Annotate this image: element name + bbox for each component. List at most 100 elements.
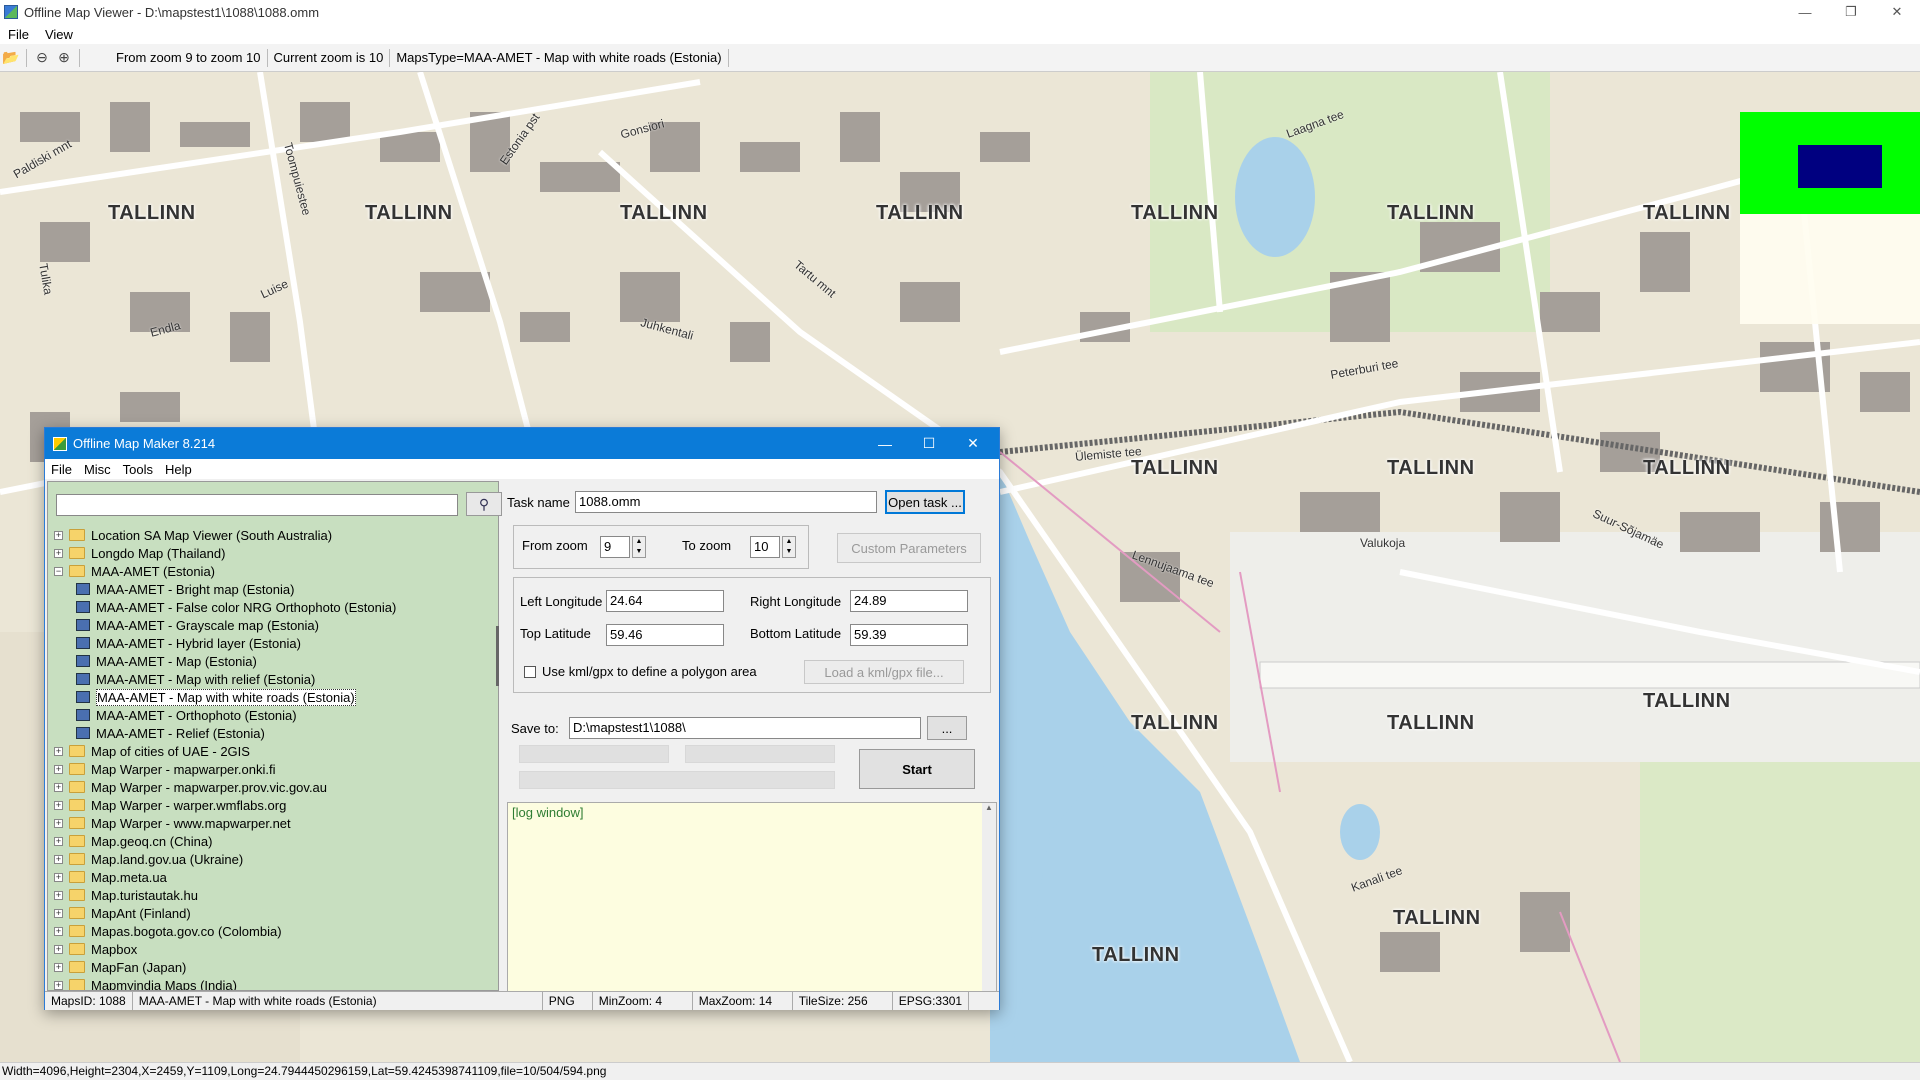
open-task-button[interactable]: Open task ... [885, 490, 965, 514]
search-input[interactable] [56, 494, 458, 516]
map-label: TALLINN [1387, 712, 1475, 734]
load-kml-button[interactable]: Load a kml/gpx file... [804, 660, 964, 684]
start-button[interactable]: Start [859, 749, 975, 789]
expand-toggle-icon[interactable]: + [54, 926, 63, 936]
map-label: TALLINN [1092, 944, 1180, 966]
tree-item[interactable]: − MAA-AMET (Estonia) [54, 562, 494, 580]
map-label: TALLINN [1643, 690, 1731, 712]
browse-button[interactable]: ... [927, 716, 967, 740]
tree-item[interactable]: MAA-AMET - False color NRG Orthophoto (E… [54, 598, 494, 616]
tree-item[interactable]: + Map Warper - warper.wmflabs.org [54, 796, 494, 814]
tree-item[interactable]: MAA-AMET - Bright map (Estonia) [54, 580, 494, 598]
tree-item[interactable]: + Map.meta.ua [54, 868, 494, 886]
overview-viewport[interactable] [1798, 145, 1882, 188]
dialog-close-button[interactable]: ✕ [951, 428, 995, 459]
status-bar: Width=4096,Height=2304,X=2459,Y=1109,Lon… [0, 1062, 1920, 1080]
tree-item[interactable]: MAA-AMET - Map with white roads (Estonia… [54, 688, 494, 706]
task-name-input[interactable]: 1088.omm [575, 491, 877, 513]
expand-toggle-icon[interactable]: + [54, 818, 63, 828]
tree-item[interactable]: + Map.turistautak.hu [54, 886, 494, 904]
map-label: TALLINN [365, 202, 453, 224]
tree-item[interactable]: + Map.geoq.cn (China) [54, 832, 494, 850]
dialog-minimize-button[interactable]: — [863, 428, 907, 459]
tree-item[interactable]: MAA-AMET - Map (Estonia) [54, 652, 494, 670]
log-window[interactable]: [log window] ▲ [507, 802, 997, 992]
expand-toggle-icon[interactable]: + [54, 854, 63, 864]
folder-icon [69, 565, 85, 577]
tree-item[interactable]: + Map Warper - www.mapwarper.net [54, 814, 494, 832]
tree-item[interactable]: + MapAnt (Finland) [54, 904, 494, 922]
expand-toggle-icon[interactable]: + [54, 782, 63, 792]
bounds-group: Left Longitude 24.64 Right Longitude 24.… [513, 577, 991, 693]
search-button[interactable]: ⚲ [466, 492, 502, 516]
tree-item-label: MAA-AMET (Estonia) [91, 563, 216, 579]
map-icon [76, 619, 90, 631]
tree-item[interactable]: + Mapbox [54, 940, 494, 958]
zoom-out-icon[interactable]: ⊖ [31, 47, 53, 69]
menu-file[interactable]: File [0, 27, 37, 42]
expand-toggle-icon[interactable]: + [54, 800, 63, 810]
minimize-button[interactable]: — [1782, 0, 1828, 24]
expand-toggle-icon[interactable]: + [54, 530, 63, 540]
to-zoom-spinner[interactable]: ▲ ▼ [782, 536, 796, 558]
tree-item[interactable]: + Map Warper - mapwarper.prov.vic.gov.au [54, 778, 494, 796]
expand-toggle-icon[interactable]: + [54, 962, 63, 972]
tree-item[interactable]: MAA-AMET - Orthophoto (Estonia) [54, 706, 494, 724]
tree-item-label: Mapbox [91, 941, 138, 957]
tree-item[interactable]: + Map.land.gov.ua (Ukraine) [54, 850, 494, 868]
from-zoom-spinner[interactable]: ▲ ▼ [632, 536, 646, 558]
dialog-menu-file[interactable]: File [45, 462, 78, 477]
custom-parameters-button[interactable]: Custom Parameters [837, 533, 981, 563]
tree-item[interactable]: + Location SA Map Viewer (South Australia… [54, 526, 494, 544]
menu-view[interactable]: View [37, 27, 81, 42]
expand-toggle-icon[interactable]: + [54, 548, 63, 558]
to-zoom-input[interactable]: 10 [750, 536, 780, 558]
expand-toggle-icon[interactable]: + [54, 746, 63, 756]
from-zoom-input[interactable]: 9 [600, 536, 630, 558]
tree-item[interactable]: MAA-AMET - Relief (Estonia) [54, 724, 494, 742]
log-scrollbar[interactable]: ▲ [982, 803, 996, 991]
use-kml-checkbox[interactable] [524, 666, 536, 678]
map-source-tree[interactable]: + Location SA Map Viewer (South Australia… [54, 526, 494, 990]
tree-item-label: MAA-AMET - Map with white roads (Estonia… [96, 688, 356, 706]
zoom-in-icon[interactable]: ⊕ [53, 47, 75, 69]
top-latitude-input[interactable]: 59.46 [606, 624, 724, 646]
open-folder-icon[interactable]: 📂 [0, 47, 22, 69]
dialog-maximize-button[interactable]: ☐ [907, 428, 951, 459]
restore-button[interactable]: ❐ [1828, 0, 1874, 24]
tree-item-label: MAA-AMET - Map (Estonia) [96, 653, 257, 669]
status-format: PNG [543, 992, 593, 1010]
tree-item[interactable]: + Mapas.bogota.gov.co (Colombia) [54, 922, 494, 940]
tree-item[interactable]: MAA-AMET - Grayscale map (Estonia) [54, 616, 494, 634]
tree-item[interactable]: + Map of cities of UAE - 2GIS [54, 742, 494, 760]
tree-item-label: MapFan (Japan) [91, 959, 187, 975]
right-longitude-input[interactable]: 24.89 [850, 590, 968, 612]
scrollbar-thumb[interactable] [496, 626, 499, 686]
expand-toggle-icon[interactable]: + [54, 980, 63, 990]
expand-toggle-icon[interactable]: − [54, 566, 63, 576]
dialog-menu-tools[interactable]: Tools [117, 462, 159, 477]
expand-toggle-icon[interactable]: + [54, 836, 63, 846]
expand-toggle-icon[interactable]: + [54, 872, 63, 882]
tree-item[interactable]: + Map Warper - mapwarper.onki.fi [54, 760, 494, 778]
tree-item[interactable]: + Longdo Map (Thailand) [54, 544, 494, 562]
folder-icon [69, 907, 85, 919]
bottom-latitude-input[interactable]: 59.39 [850, 624, 968, 646]
left-longitude-input[interactable]: 24.64 [606, 590, 724, 612]
dialog-menu-help[interactable]: Help [159, 462, 198, 477]
dialog-menu-misc[interactable]: Misc [78, 462, 117, 477]
tree-item[interactable]: + Mapmyindia Maps (India) [54, 976, 494, 990]
expand-toggle-icon[interactable]: + [54, 908, 63, 918]
tree-item[interactable]: MAA-AMET - Hybrid layer (Estonia) [54, 634, 494, 652]
tree-item-label: Map Warper - warper.wmflabs.org [91, 797, 287, 813]
expand-toggle-icon[interactable]: + [54, 944, 63, 954]
expand-toggle-icon[interactable]: + [54, 890, 63, 900]
close-button[interactable]: ✕ [1874, 0, 1920, 24]
expand-toggle-icon[interactable]: + [54, 764, 63, 774]
toolbar-separator [26, 48, 27, 67]
tree-item[interactable]: + MapFan (Japan) [54, 958, 494, 976]
tree-item-label: Mapmyindia Maps (India) [91, 977, 237, 991]
save-to-input[interactable]: D:\mapstest1\1088\ [569, 717, 921, 739]
tree-scrollbar[interactable] [494, 526, 500, 990]
tree-item[interactable]: MAA-AMET - Map with relief (Estonia) [54, 670, 494, 688]
